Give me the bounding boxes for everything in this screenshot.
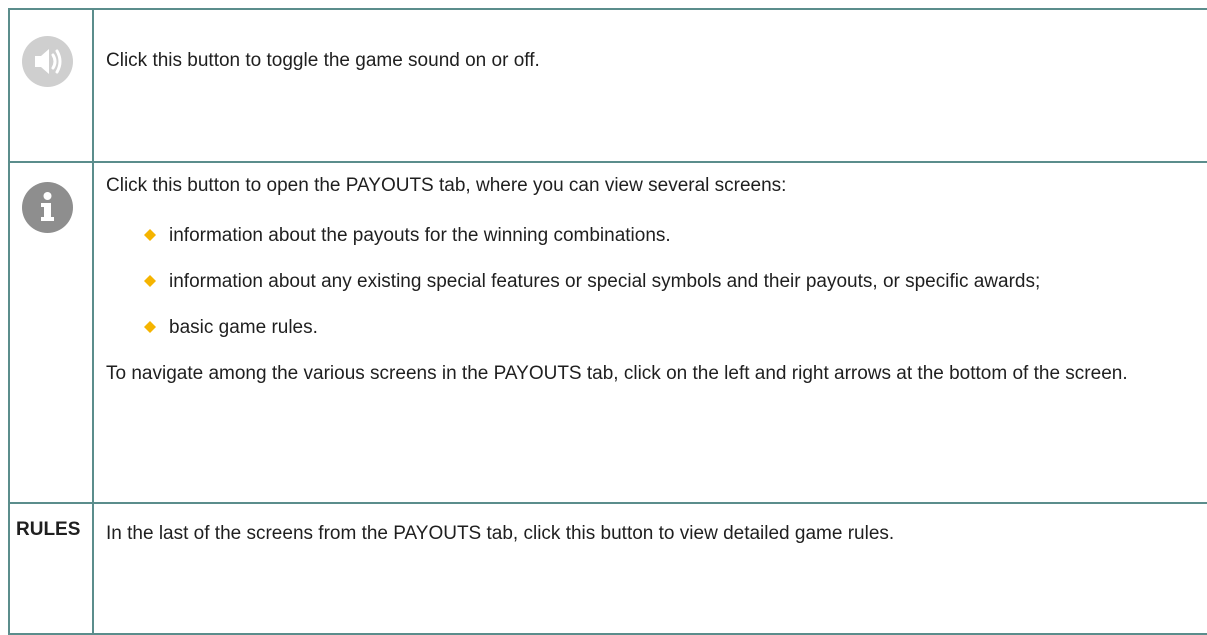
- rules-row: RULES In the last of the screens from th…: [8, 502, 1207, 635]
- sound-description: Click this button to toggle the game sou…: [92, 8, 1207, 163]
- info-row: Click this button to open the PAYOUTS ta…: [8, 161, 1207, 504]
- sound-text: Click this button to toggle the game sou…: [106, 50, 540, 71]
- payouts-list: information about the payouts for the wi…: [106, 221, 1207, 343]
- diamond-bullet-icon: [144, 229, 156, 241]
- help-table: Click this button to toggle the game sou…: [8, 8, 1207, 635]
- bullet-text: basic game rules.: [169, 317, 318, 338]
- rules-description: In the last of the screens from the PAYO…: [92, 502, 1207, 635]
- bullet-text: information about any existing special f…: [169, 271, 1041, 292]
- info-icon-cell: [8, 161, 94, 504]
- diamond-bullet-icon: [144, 321, 156, 333]
- info-description: Click this button to open the PAYOUTS ta…: [92, 161, 1207, 504]
- list-item: information about the payouts for the wi…: [106, 221, 1207, 251]
- list-item: basic game rules.: [106, 313, 1207, 343]
- rules-label: RULES: [8, 502, 94, 635]
- bullet-text: information about the payouts for the wi…: [169, 225, 671, 246]
- sound-icon-cell: [8, 8, 94, 163]
- list-item: information about any existing special f…: [106, 267, 1207, 297]
- info-icon: [22, 182, 73, 233]
- info-intro: Click this button to open the PAYOUTS ta…: [106, 175, 787, 196]
- diamond-bullet-icon: [144, 275, 156, 287]
- rules-text: In the last of the screens from the PAYO…: [106, 523, 895, 544]
- speaker-icon: [22, 36, 73, 87]
- sound-row: Click this button to toggle the game sou…: [8, 8, 1207, 163]
- navigation-text: To navigate among the various screens in…: [106, 363, 1128, 384]
